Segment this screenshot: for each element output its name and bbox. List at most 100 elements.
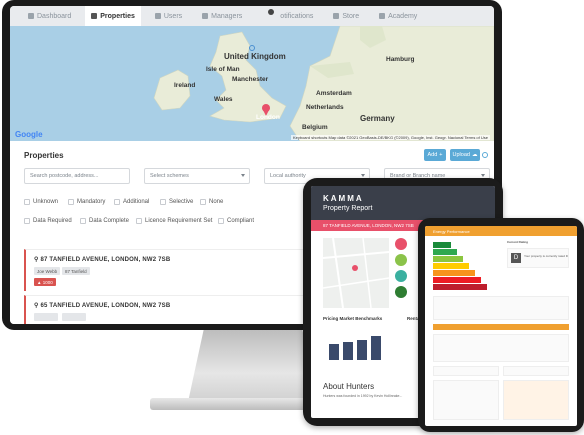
alert-badge: ▲ 1000	[34, 278, 56, 286]
nav-store[interactable]: Store	[327, 6, 365, 26]
map-label-hamburg: Hamburg	[386, 56, 415, 63]
about-heading: About Hunters	[323, 382, 375, 391]
top-nav: Dashboard Properties Users Managers otif…	[10, 6, 494, 26]
warning-icon: ▲	[37, 279, 42, 285]
nav-properties[interactable]: Properties	[85, 6, 141, 26]
property-tag	[62, 313, 86, 321]
epc-tablet: Energy Performance Current Rating D Your…	[418, 218, 584, 432]
checkbox[interactable]	[114, 199, 120, 205]
search-icon[interactable]	[482, 152, 488, 158]
dashboard-icon	[28, 13, 34, 19]
manager-tag: Joe Webb	[34, 267, 61, 275]
table-block	[433, 380, 499, 420]
camera-dot	[268, 9, 274, 15]
nav-users[interactable]: Users	[149, 6, 188, 26]
checkbox[interactable]	[80, 218, 86, 224]
checkbox[interactable]	[160, 199, 166, 205]
filter-mandatory[interactable]: Mandatory	[68, 199, 105, 205]
filter-licence-set[interactable]: Licence Requirement Set	[136, 218, 212, 224]
info-block	[433, 296, 569, 320]
map-label-germany: Germany	[360, 114, 395, 123]
properties-map[interactable]: United Kingdom Isle of Man Ireland Manch…	[10, 26, 494, 141]
rating-title: Current Rating	[507, 240, 528, 244]
map-label-belgium: Belgium	[302, 124, 328, 131]
epc-bar-e	[433, 270, 475, 276]
property-card[interactable]: ⚲ 65 TANFIELD AVENUE, LONDON, NW2 7SB	[24, 295, 314, 324]
alert-icon	[395, 238, 407, 250]
epc-bar-d	[433, 263, 469, 269]
filter-data-required[interactable]: Data Required	[24, 218, 72, 224]
question-box	[433, 366, 499, 376]
shield-icon	[395, 286, 407, 298]
filter-none[interactable]: None	[200, 199, 223, 205]
filter-selective[interactable]: Selective	[160, 199, 193, 205]
rating-box: D Your property is currently rated D	[507, 248, 569, 268]
manager-tag	[34, 313, 58, 321]
filter-unknown[interactable]: Unknown	[24, 199, 58, 205]
cloud-icon: ☁	[471, 152, 478, 158]
map-label-isle-of-man: Isle of Man	[206, 66, 240, 73]
map-label-united: United Kingdom	[224, 52, 286, 61]
map-label-ireland: Ireland	[174, 82, 196, 89]
report-header: KAMMA Property Report	[311, 186, 495, 220]
property-address: ⚲ 87 TANFIELD AVENUE, LONDON, NW2 7SB	[34, 257, 171, 263]
rating-text: Your property is currently rated D	[524, 254, 568, 258]
epc-bar-g	[433, 284, 487, 290]
rating-letter: D	[511, 253, 521, 263]
map-footer: Keyboard shortcuts Map data ©2021 GeoBas…	[290, 135, 490, 140]
nav-managers[interactable]: Managers	[196, 6, 248, 26]
checkbox[interactable]	[24, 218, 30, 224]
chevron-down-icon	[241, 174, 245, 177]
page-title: Properties	[24, 151, 64, 160]
upload-button[interactable]: Upload ☁	[450, 149, 480, 161]
store-icon	[333, 13, 340, 19]
pin-icon: ⚲	[34, 257, 39, 263]
checkbox[interactable]	[200, 199, 206, 205]
report-title: Property Report	[323, 205, 373, 212]
section-band	[433, 324, 569, 330]
nav-notifications[interactable]: otifications	[274, 6, 319, 26]
search-input[interactable]: Search postcode, address...	[24, 168, 130, 184]
leaf-icon	[395, 254, 407, 266]
epc-bar-f	[433, 277, 481, 283]
report-icons	[395, 238, 409, 306]
filter-data-complete[interactable]: Data Complete	[80, 218, 129, 224]
checkbox[interactable]	[24, 199, 30, 205]
filter-compliant[interactable]: Compliant	[218, 218, 254, 224]
check-icon	[395, 270, 407, 282]
report-map	[322, 237, 390, 309]
chart-bar	[371, 336, 381, 360]
chart-bar	[343, 342, 353, 360]
checkbox[interactable]	[68, 199, 74, 205]
note-block	[503, 380, 569, 420]
chevron-down-icon	[361, 174, 365, 177]
kamma-logo: KAMMA	[323, 194, 364, 203]
monitor-stand	[188, 330, 318, 402]
checkbox[interactable]	[218, 218, 224, 224]
epc-header: Energy Performance	[425, 226, 577, 236]
pin-icon: ⚲	[34, 303, 39, 309]
schemes-select[interactable]: Select schemes	[144, 168, 250, 184]
pricing-chart	[329, 324, 393, 360]
chart-bar	[357, 340, 367, 360]
map-label-manchester: Manchester	[232, 76, 269, 83]
filter-additional[interactable]: Additional	[114, 199, 149, 205]
checkbox[interactable]	[136, 218, 142, 224]
epc-bar-a	[433, 242, 451, 248]
map-land	[153, 26, 494, 141]
epc-bar-b	[433, 249, 457, 255]
epc-bar-c	[433, 256, 463, 262]
map-label-wales: Wales	[214, 96, 233, 103]
plus-icon: +	[439, 152, 443, 158]
text-block	[433, 334, 569, 362]
users-icon	[154, 13, 161, 19]
property-card[interactable]: ⚲ 87 TANFIELD AVENUE, LONDON, NW2 7SB Jo…	[24, 249, 314, 291]
nav-dashboard[interactable]: Dashboard	[22, 6, 77, 26]
pricing-heading: Pricing Market Benchmarks	[323, 316, 383, 321]
chevron-down-icon	[481, 174, 485, 177]
map-label-netherlands: Netherlands	[306, 104, 344, 111]
nav-academy[interactable]: Academy	[373, 6, 423, 26]
epc-screen: Energy Performance Current Rating D Your…	[425, 226, 577, 426]
google-logo: Google	[15, 130, 43, 139]
add-button[interactable]: Add +	[424, 149, 446, 161]
